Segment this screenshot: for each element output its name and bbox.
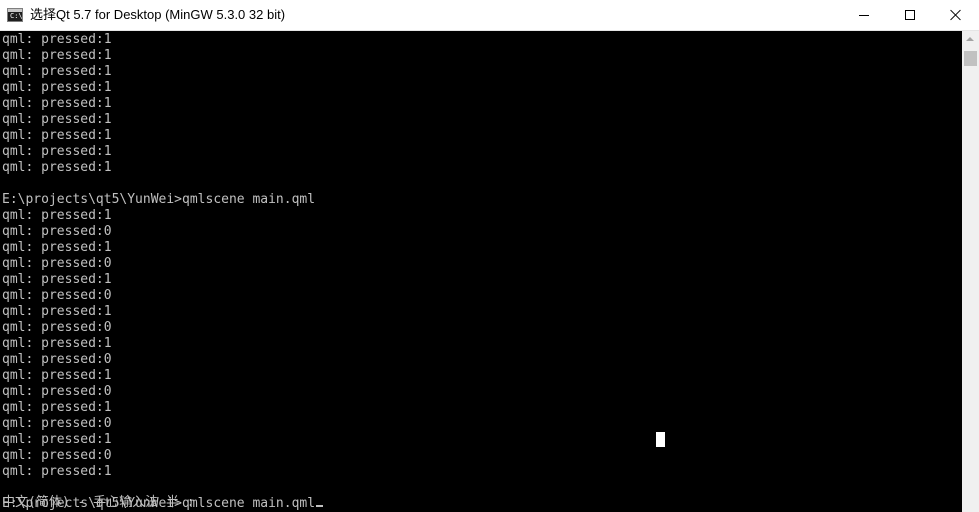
console-line: qml: pressed:0 <box>2 448 112 463</box>
console-line: qml: pressed:0 <box>2 416 112 431</box>
ime-status-bar: 中文(简体) - 手心输入法 半 : <box>2 495 195 510</box>
scrollbar-thumb[interactable] <box>964 51 977 66</box>
console-line: qml: pressed:1 <box>2 304 112 319</box>
console-line: qml: pressed:1 <box>2 432 112 447</box>
console-line: qml: pressed:0 <box>2 224 112 239</box>
close-icon <box>950 9 962 21</box>
vertical-scrollbar[interactable] <box>962 31 979 512</box>
console-line: qml: pressed:0 <box>2 288 112 303</box>
console-line: qml: pressed:1 <box>2 64 112 79</box>
maximize-button[interactable] <box>887 0 933 30</box>
console-line: qml: pressed:1 <box>2 112 112 127</box>
console-line: qml: pressed:1 <box>2 240 112 255</box>
scroll-up-arrow-icon[interactable] <box>962 31 979 48</box>
console-line: qml: pressed:0 <box>2 352 112 367</box>
minimize-icon <box>859 15 869 16</box>
console-line: qml: pressed:0 <box>2 256 112 271</box>
console-line: qml: pressed:1 <box>2 144 112 159</box>
console-prompt-line: E:\projects\qt5\YunWei>qmlscene main.qml <box>2 192 316 207</box>
text-caret <box>316 505 324 507</box>
console-app-icon[interactable]: C:\. <box>7 8 27 22</box>
close-button[interactable] <box>933 0 979 30</box>
window-title: 选择Qt 5.7 for Desktop (MinGW 5.3.0 32 bit… <box>30 7 286 22</box>
console-line: qml: pressed:1 <box>2 80 112 95</box>
console-line: qml: pressed:1 <box>2 32 112 47</box>
block-cursor <box>656 432 665 447</box>
console-line: qml: pressed:0 <box>2 384 112 399</box>
console-line: qml: pressed:1 <box>2 48 112 63</box>
console-line: qml: pressed:1 <box>2 208 112 223</box>
console-line: qml: pressed:1 <box>2 336 112 351</box>
console-line: qml: pressed:1 <box>2 128 112 143</box>
console-lines: qml: pressed:1 qml: pressed:1 qml: press… <box>2 32 324 512</box>
console-line: qml: pressed:1 <box>2 464 112 479</box>
console-line: qml: pressed:1 <box>2 368 112 383</box>
console-line: qml: pressed:1 <box>2 400 112 415</box>
console-line: qml: pressed:0 <box>2 320 112 335</box>
console-window: C:\. 选择Qt 5.7 for Desktop (MinGW 5.3.0 3… <box>0 0 979 512</box>
console-line: qml: pressed:1 <box>2 272 112 287</box>
console-line: qml: pressed:1 <box>2 96 112 111</box>
console-output-area[interactable]: qml: pressed:1 qml: pressed:1 qml: press… <box>0 31 962 512</box>
console-line: qml: pressed:1 <box>2 160 112 175</box>
app-icon-label: C:\. <box>10 12 27 20</box>
maximize-icon <box>905 10 915 20</box>
title-bar[interactable]: C:\. 选择Qt 5.7 for Desktop (MinGW 5.3.0 3… <box>0 0 979 31</box>
minimize-button[interactable] <box>841 0 887 30</box>
